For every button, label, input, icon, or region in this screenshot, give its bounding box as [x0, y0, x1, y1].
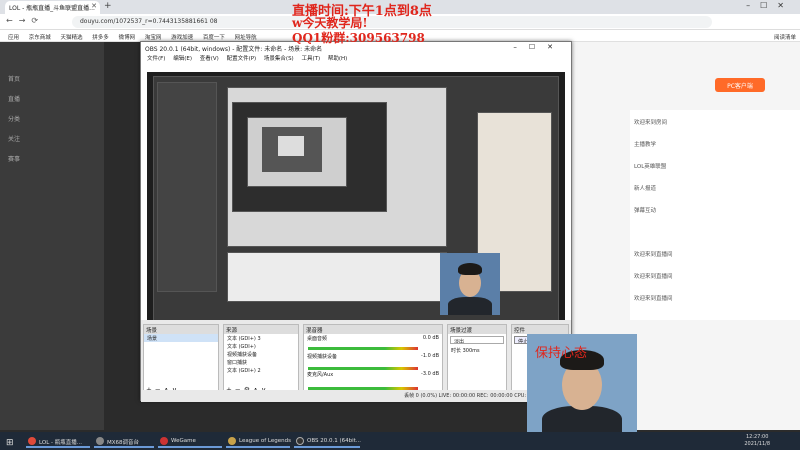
- reading-list[interactable]: 阅读清单: [774, 33, 796, 41]
- sources-dock: 来源 文本 (GDI+) 3 文本 (GDI+) 视频捕获设备 窗口捕获 文本 …: [223, 324, 299, 396]
- mixer-channel: 桌面音频 0.0 dB: [307, 335, 439, 342]
- obs-status-bar: 丢帧 0 (0.0%) LIVE: 00:00:00 REC: 00:00:00…: [141, 390, 571, 401]
- taskbar-item[interactable]: MX68调音台: [94, 434, 154, 448]
- sidebar-item[interactable]: 赛事: [8, 154, 20, 163]
- menu-scene-collection[interactable]: 场景集合(S): [264, 54, 294, 62]
- window-controls[interactable]: –☐✕: [746, 1, 794, 10]
- chat-message: 欢迎来到直播间: [634, 296, 673, 302]
- nested-screen-6: [277, 135, 305, 157]
- obs-preview[interactable]: [147, 72, 565, 342]
- sidebar-item[interactable]: 关注: [8, 134, 20, 143]
- nested-obs-docks: [227, 252, 447, 302]
- mixer-channel: 视频捕获设备 -1.0 dB: [307, 353, 439, 360]
- menu-help[interactable]: 帮助(H): [328, 54, 347, 62]
- browser-tab[interactable]: LOL - 瓶瓶直播_斗鱼联盟直播... ✕: [5, 1, 100, 14]
- chat-message: 欢迎来到直播间: [634, 252, 673, 258]
- chat-message: 欢迎来到直播间: [634, 274, 673, 280]
- taskbar-item[interactable]: WeGame: [158, 434, 222, 448]
- audio-meter[interactable]: [308, 347, 418, 350]
- taskbar-item[interactable]: League of Legends: [226, 434, 291, 448]
- douyu-sidebar: 首页 直播 分类 关注 赛事: [0, 42, 104, 430]
- obs-window: OBS 20.0.1 (64bit, windows) - 配置文件: 未命名 …: [140, 41, 572, 402]
- start-button[interactable]: ⊞: [6, 434, 17, 448]
- scene-item[interactable]: 场景: [144, 334, 218, 342]
- system-clock[interactable]: 12:27:00 2021/11/8: [744, 434, 770, 448]
- menu-file[interactable]: 文件(F): [147, 54, 165, 62]
- tab-title: LOL - 瓶瓶直播_斗鱼联盟直播...: [9, 5, 95, 12]
- webcam-overlay: 保持心态: [527, 334, 637, 439]
- dock-title: 混音器: [304, 325, 442, 334]
- bookmark-item[interactable]: 网址导航: [235, 33, 257, 41]
- chat-message: 新人报道: [634, 186, 657, 192]
- bookmark-item[interactable]: 京东商城: [29, 33, 51, 41]
- dock-title: 控件: [512, 325, 568, 334]
- mixer-channel: 麦克风/Aux -3.0 dB: [307, 371, 439, 378]
- bookmark-item[interactable]: 拼多多: [92, 33, 109, 41]
- bookmark-item[interactable]: 淘宝网: [145, 33, 162, 41]
- taskbar-item[interactable]: LOL - 瓶瓶直播...: [26, 434, 90, 448]
- transitions-dock: 场景过渡 淡出 时长 300ms: [447, 324, 507, 396]
- qq-group-text: QQ1粉群:309563798: [292, 31, 425, 45]
- bookmark-item[interactable]: 微博网: [119, 33, 136, 41]
- chat-panel: 欢迎来到房间 主播教学 LOL英雄联盟 新人报道 弹幕互动 欢迎来到直播间 欢迎…: [630, 110, 800, 320]
- close-tab-icon[interactable]: ✕: [91, 2, 97, 10]
- transition-select[interactable]: 淡出: [450, 336, 504, 344]
- menu-view[interactable]: 查看(V): [200, 54, 219, 62]
- chat-message: 主播教学: [634, 142, 657, 148]
- nav-buttons[interactable]: ←→⟳: [6, 16, 44, 25]
- sidebar-item[interactable]: 分类: [8, 114, 20, 123]
- dock-title: 来源: [224, 325, 298, 334]
- chat-message: LOL英雄联盟: [634, 164, 667, 170]
- clock-time: 12:27:00: [745, 434, 769, 440]
- source-item[interactable]: 文本 (GDI+) 2: [224, 366, 298, 374]
- nested-sidebar: [157, 82, 217, 292]
- pc-client-button[interactable]: PC客户端: [715, 78, 765, 92]
- source-item[interactable]: 文本 (GDI+): [224, 342, 298, 350]
- obs-window-controls[interactable]: –☐✕: [513, 43, 565, 51]
- dock-title: 场景: [144, 325, 218, 334]
- transition-duration[interactable]: 时长 300ms: [448, 346, 506, 354]
- bookmark-item[interactable]: 天猫精选: [61, 33, 83, 41]
- source-item[interactable]: 窗口捕获: [224, 358, 298, 366]
- scenes-dock: 场景 场景 +−∧∨: [143, 324, 219, 396]
- obs-title: OBS 20.0.1 (64bit, windows) - 配置文件: 未命名 …: [145, 46, 323, 53]
- clock-date: 2021/11/8: [744, 441, 770, 447]
- audio-meter[interactable]: [308, 367, 418, 370]
- source-item[interactable]: 文本 (GDI+) 3: [224, 334, 298, 342]
- chat-message: 弹幕互动: [634, 208, 657, 214]
- mixer-dock: 混音器 桌面音频 0.0 dB 视频捕获设备 -1.0 dB 麦克风/Aux -…: [303, 324, 443, 396]
- menu-profile[interactable]: 配置文件(P): [227, 54, 257, 62]
- obs-menu-bar: 文件(F) 编辑(E) 查看(V) 配置文件(P) 场景集合(S) 工具(T) …: [141, 54, 571, 64]
- new-tab-icon[interactable]: +: [104, 1, 112, 11]
- menu-edit[interactable]: 编辑(E): [173, 54, 192, 62]
- sidebar-item[interactable]: 直播: [8, 94, 20, 103]
- webcam-overlay-small: [440, 253, 500, 315]
- taskbar-item[interactable]: OBS 20.0.1 (64bit...: [294, 434, 361, 448]
- dock-title: 场景过渡: [448, 325, 506, 334]
- sidebar-item[interactable]: 首页: [8, 74, 20, 83]
- bookmark-item[interactable]: 游戏加速: [171, 33, 193, 41]
- cam-text: 保持心态: [535, 346, 588, 361]
- source-item[interactable]: 视频捕获设备: [224, 350, 298, 358]
- windows-taskbar: ⊞ LOL - 瓶瓶直播... MX68调音台 WeGame League of…: [0, 432, 800, 450]
- bookmark-item[interactable]: 应用: [8, 33, 19, 41]
- chat-message: 欢迎来到房间: [634, 120, 668, 126]
- bookmark-item[interactable]: 百度一下: [203, 33, 225, 41]
- menu-tools[interactable]: 工具(T): [301, 54, 320, 62]
